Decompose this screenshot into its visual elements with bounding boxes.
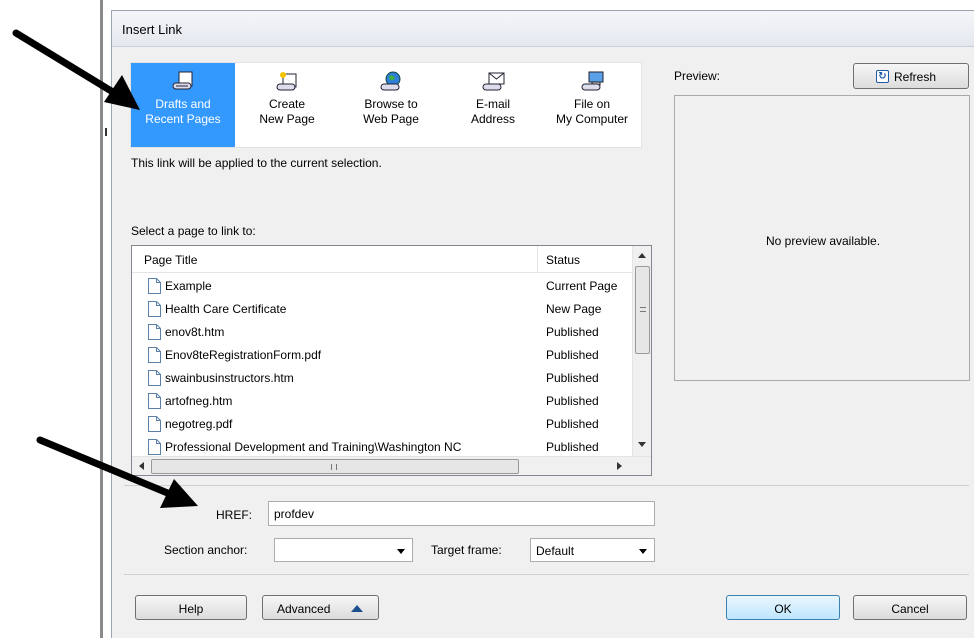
annotation-arrow: [36, 436, 198, 508]
annotation-layer: [12, 29, 198, 508]
annotation-arrow: [12, 29, 140, 110]
